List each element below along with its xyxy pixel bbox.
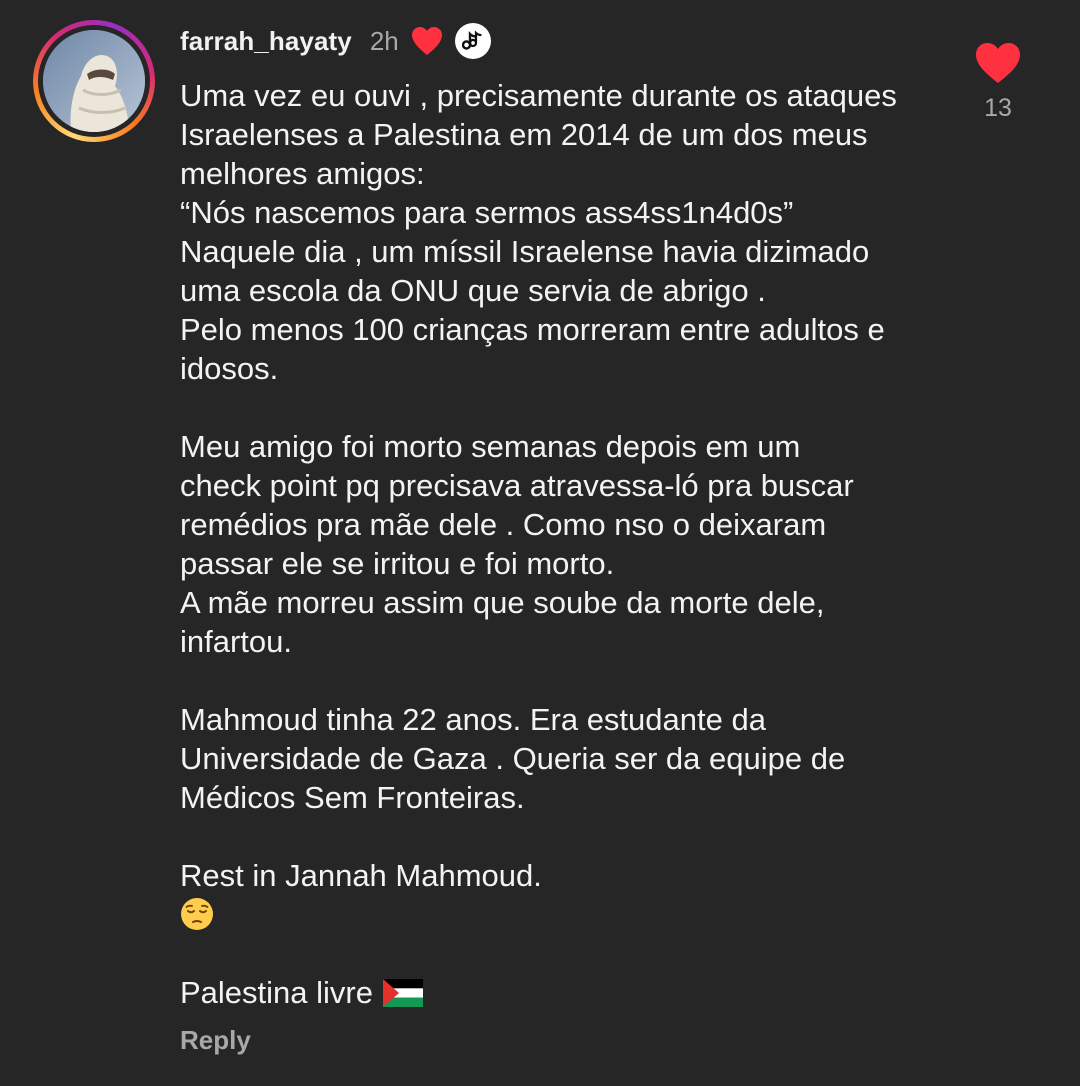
comment-line: Médicos Sem Fronteiras. <box>180 780 525 815</box>
paragraph-break <box>180 661 960 700</box>
comment-line: Universidade de Gaza . Queria ser da equ… <box>180 741 846 776</box>
comment-line: uma escola da ONU que servia de abrigo . <box>180 273 766 308</box>
avatar[interactable] <box>43 30 145 132</box>
comment-line: Naquele dia , um míssil Israelense havia… <box>180 234 870 269</box>
creator-avatar-icon <box>454 23 491 59</box>
reply-button[interactable]: Reply <box>180 1025 251 1056</box>
comment-line: idosos. <box>180 351 279 386</box>
comment-item: farrah_hayaty 2h Uma vez eu ouvi , preci… <box>0 0 1080 1086</box>
avatar-story-ring[interactable] <box>33 20 155 142</box>
palestine-flag-emoji <box>382 977 423 1007</box>
comment-line: Mahmoud tinha 22 anos. Era estudante da <box>180 702 766 737</box>
username[interactable]: farrah_hayaty <box>180 26 352 57</box>
comment-header: farrah_hayaty 2h <box>180 20 491 62</box>
like-count: 13 <box>984 94 1012 122</box>
heart-filled-icon <box>411 26 443 56</box>
like-control: 13 <box>968 42 1028 123</box>
like-heart-icon[interactable] <box>968 42 1028 84</box>
comment-line: check point pq precisava atravessa-ló pr… <box>180 468 854 503</box>
emoji-line <box>180 895 960 934</box>
comment-line: Rest in Jannah Mahmoud. <box>180 858 542 893</box>
comment-line: remédios pra mãe dele . Como nso o deixa… <box>180 507 827 542</box>
pensive-face-emoji <box>180 897 214 931</box>
comment-line: passar ele se irritou e foi morto. <box>180 546 615 581</box>
comment-line: “Nós nascemos para sermos ass4ss1n4d0s” <box>180 195 794 230</box>
comment-line: melhores amigos: <box>180 156 425 191</box>
comment-line: Uma vez eu ouvi , precisamente durante o… <box>180 78 897 113</box>
comment-line: Israelenses a Palestina em 2014 de um do… <box>180 117 868 152</box>
comment-line: infartou. <box>180 624 293 659</box>
timestamp: 2h <box>369 25 399 56</box>
closing-text: Palestina livre <box>180 975 373 1010</box>
comment-line: A mãe morreu assim que soube da morte de… <box>180 585 825 620</box>
comment-text: Uma vez eu ouvi , precisamente durante o… <box>180 76 960 1012</box>
comment-line: Pelo menos 100 crianças morreram entre a… <box>180 312 885 347</box>
paragraph-break <box>180 934 960 973</box>
paragraph-break <box>180 388 960 427</box>
closing-line: Palestina livre <box>180 973 960 1012</box>
comment-line: Meu amigo foi morto semanas depois em um <box>180 429 801 464</box>
paragraph-break <box>180 817 960 856</box>
